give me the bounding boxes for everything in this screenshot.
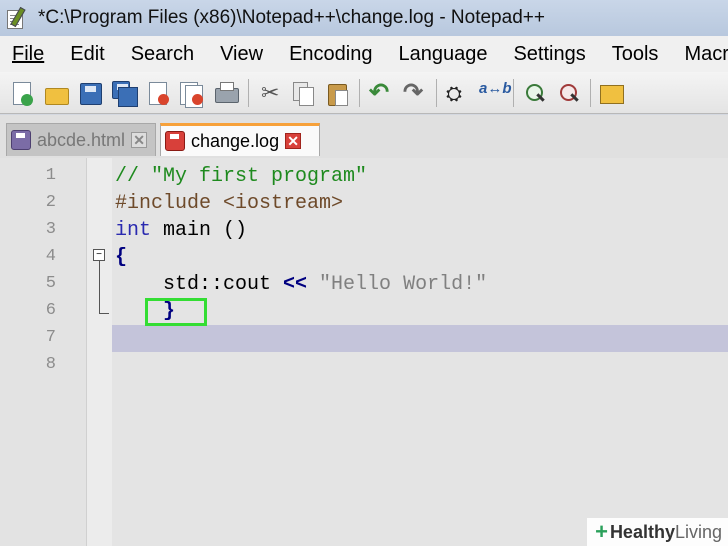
code-line-5: std::cout << "Hello World!" bbox=[115, 271, 487, 298]
window-title: *C:\Program Files (x86)\Notepad++\change… bbox=[38, 7, 545, 28]
line-number-gutter: 1 2 3 4 5 6 7 8 bbox=[0, 158, 86, 546]
redo-icon[interactable]: ↷ bbox=[400, 79, 428, 107]
highlight-annotation-box bbox=[145, 298, 207, 326]
code-line-3: int main () bbox=[115, 217, 247, 244]
code-text-area[interactable]: // "My first program" #include <iostream… bbox=[112, 158, 728, 546]
menu-macro-label: Macro bbox=[684, 42, 728, 65]
tab-bar: abcde.html ✕ change.log ✕ bbox=[0, 115, 728, 158]
line-number: 5 bbox=[45, 274, 56, 293]
operator: << bbox=[283, 273, 308, 296]
keyword-int: int bbox=[115, 219, 152, 242]
zoom-out-icon[interactable] bbox=[554, 79, 582, 107]
fold-margin bbox=[86, 158, 113, 546]
menu-view-label: View bbox=[220, 42, 264, 65]
watermark: + Healthy Living bbox=[587, 518, 728, 546]
menu-settings[interactable]: Settings bbox=[500, 43, 598, 66]
menu-tools-label: Tools bbox=[611, 42, 659, 65]
string-literal: "Hello World!" bbox=[307, 273, 488, 296]
menu-language-label: Language bbox=[398, 42, 488, 65]
menu-language[interactable]: Language bbox=[385, 43, 500, 66]
watermark-plus-icon: + bbox=[595, 519, 608, 544]
menu-encoding[interactable]: Encoding bbox=[276, 43, 385, 66]
menu-tools[interactable]: Tools bbox=[599, 43, 672, 66]
editor-pane[interactable]: 1 2 3 4 5 6 7 8 − // "My first program" … bbox=[0, 158, 728, 546]
line-number: 6 bbox=[45, 301, 56, 320]
print-icon[interactable] bbox=[212, 79, 240, 107]
fold-toggle-icon[interactable]: − bbox=[93, 249, 105, 261]
line-number: 2 bbox=[45, 193, 56, 212]
code-line-1: // "My first program" bbox=[115, 165, 368, 188]
undo-icon[interactable]: ↶ bbox=[366, 79, 394, 107]
toolbar-separator bbox=[248, 78, 249, 107]
menu-file-label: File bbox=[12, 42, 45, 65]
close-all-icon[interactable] bbox=[178, 79, 206, 108]
toolbar: ✂ ↶ ↷ ⛭ a↔b bbox=[0, 72, 728, 114]
menu-settings-label: Settings bbox=[513, 42, 586, 65]
menu-view[interactable]: View bbox=[207, 43, 276, 66]
copy-icon[interactable] bbox=[289, 79, 317, 107]
toolbar-separator bbox=[436, 78, 437, 107]
menu-edit[interactable]: Edit bbox=[57, 43, 117, 66]
code-text: main () bbox=[151, 219, 248, 242]
replace-icon[interactable]: a↔b bbox=[477, 79, 512, 107]
tab-label: abcde.html bbox=[37, 129, 126, 150]
zoom-in-icon[interactable] bbox=[520, 79, 548, 107]
menu-encoding-label: Encoding bbox=[289, 42, 373, 65]
tab-close-icon[interactable]: ✕ bbox=[285, 133, 302, 149]
sync-scroll-icon[interactable] bbox=[597, 79, 625, 107]
cut-icon[interactable]: ✂ bbox=[255, 79, 283, 107]
notepad-app-icon[interactable] bbox=[4, 6, 26, 29]
code-line-4: { bbox=[115, 246, 128, 269]
menu-edit-label: Edit bbox=[70, 42, 105, 65]
title-bar: *C:\Program Files (x86)\Notepad++\change… bbox=[0, 0, 728, 36]
toolbar-separator bbox=[590, 78, 591, 107]
save-icon[interactable] bbox=[76, 79, 104, 107]
paste-icon[interactable] bbox=[323, 79, 351, 107]
menu-macro[interactable]: Macro bbox=[671, 43, 728, 66]
fold-guide-end bbox=[99, 313, 109, 314]
new-file-icon[interactable] bbox=[8, 79, 36, 107]
line-number: 8 bbox=[45, 355, 56, 374]
tab-abcde-html[interactable]: abcde.html ✕ bbox=[6, 123, 156, 156]
watermark-bold-text: Healthy bbox=[609, 521, 675, 542]
tab-label: change.log bbox=[191, 130, 280, 151]
menu-bar: File Edit Search View Encoding Language … bbox=[0, 36, 728, 72]
find-icon[interactable]: ⛭ bbox=[443, 79, 471, 107]
fold-guide-line bbox=[99, 261, 100, 313]
unsaved-file-icon bbox=[165, 131, 185, 151]
line-number: 4 bbox=[45, 247, 56, 266]
menu-file[interactable]: File bbox=[0, 43, 57, 66]
line-number: 3 bbox=[45, 220, 56, 239]
line-number: 1 bbox=[45, 166, 56, 185]
open-file-icon[interactable] bbox=[42, 79, 70, 107]
close-icon[interactable] bbox=[144, 79, 172, 107]
line-number: 7 bbox=[45, 328, 56, 347]
code-text: std::cout bbox=[115, 273, 284, 296]
toolbar-separator bbox=[513, 78, 514, 107]
menu-search[interactable]: Search bbox=[118, 43, 207, 66]
menu-search-label: Search bbox=[130, 42, 195, 65]
tab-change-log[interactable]: change.log ✕ bbox=[160, 123, 320, 156]
save-all-icon[interactable] bbox=[110, 79, 138, 107]
toolbar-separator bbox=[359, 78, 360, 107]
tab-close-icon[interactable]: ✕ bbox=[131, 132, 148, 148]
code-line-2: #include <iostream> bbox=[115, 192, 344, 215]
current-line-highlight bbox=[112, 325, 728, 352]
saved-file-icon bbox=[11, 130, 31, 150]
watermark-text: Living bbox=[674, 521, 722, 542]
